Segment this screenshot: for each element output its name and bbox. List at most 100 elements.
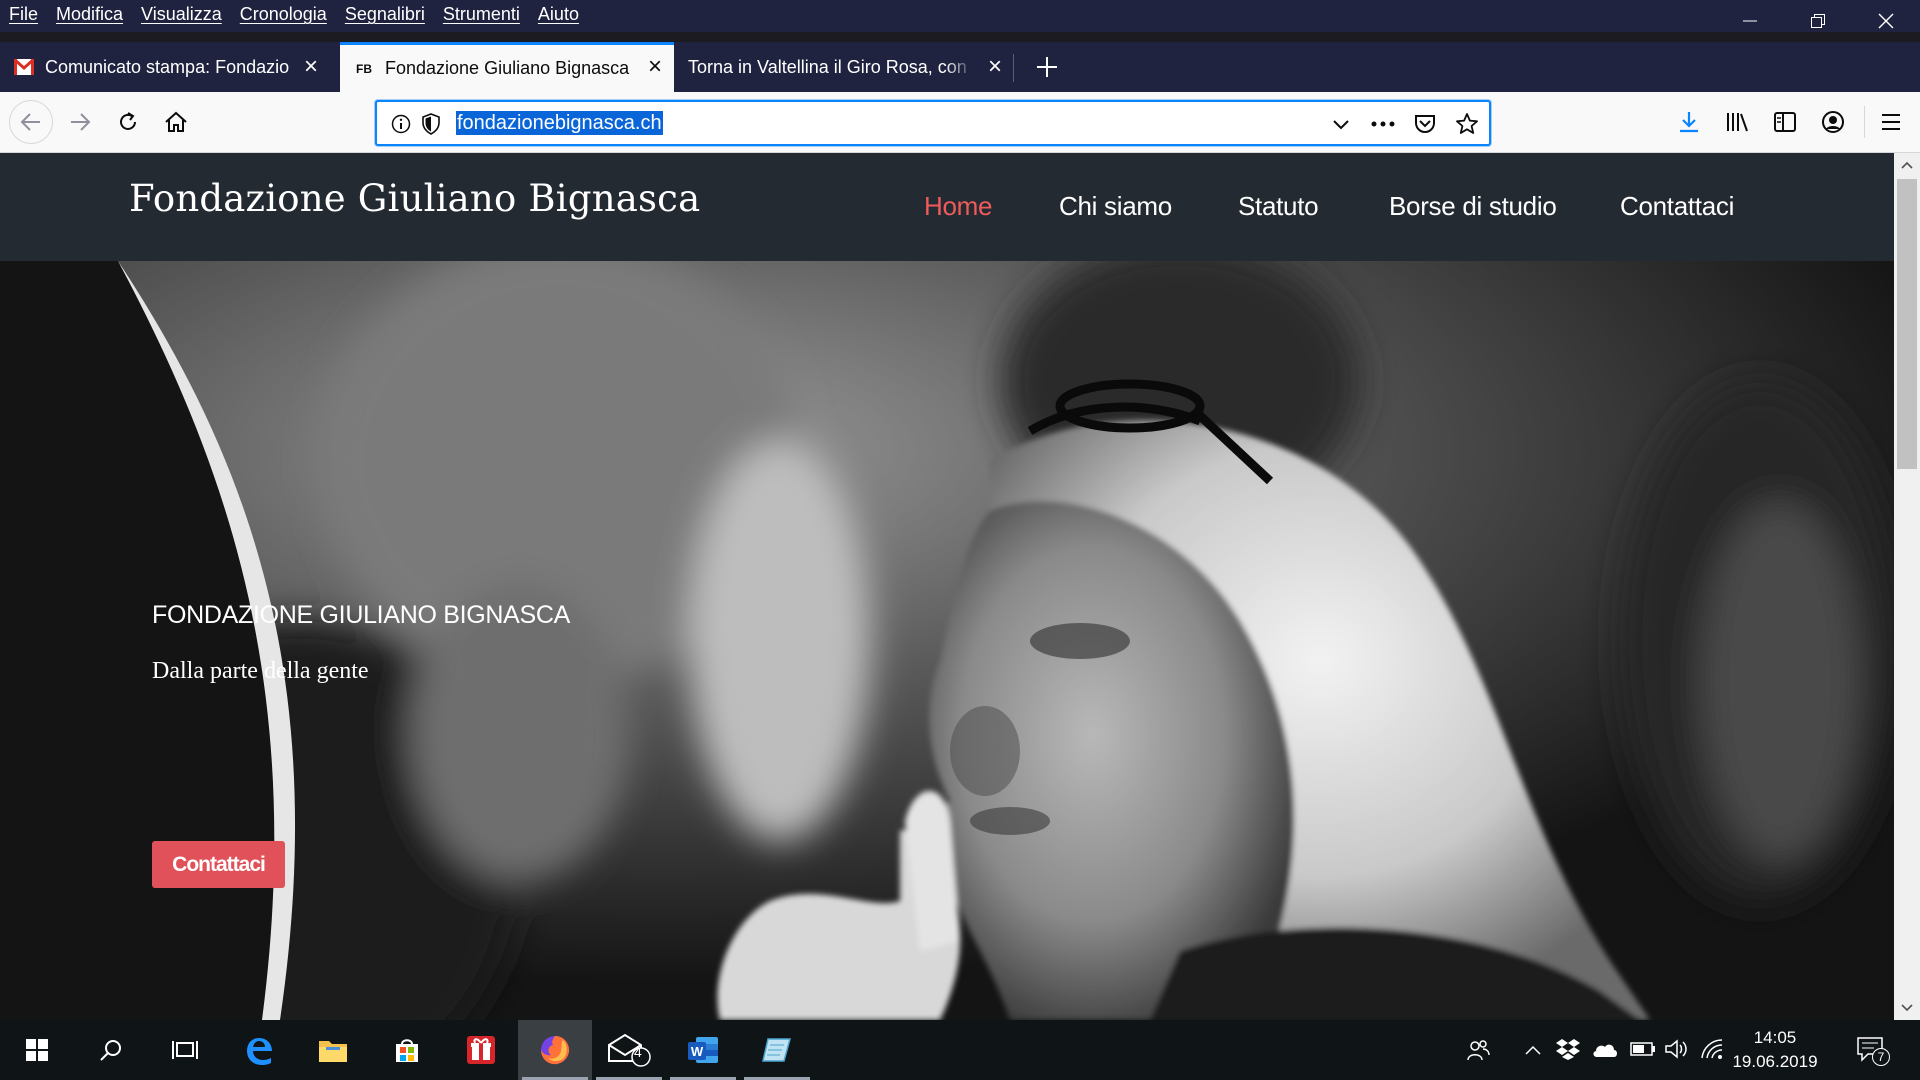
action-center-button[interactable]: 7 <box>1856 1036 1890 1067</box>
svg-text:W: W <box>691 1044 704 1059</box>
nav-statuto[interactable]: Statuto <box>1238 191 1319 222</box>
store-icon <box>396 1039 418 1062</box>
mail-icon <box>608 1033 651 1067</box>
scroll-down-icon[interactable] <box>1894 996 1920 1020</box>
dropbox-icon[interactable] <box>1556 1038 1580 1065</box>
mail-badge: 4 <box>634 1044 642 1060</box>
volume-icon[interactable] <box>1664 1038 1688 1065</box>
tab-giro-rosa[interactable]: Torna in Valtellina il Giro Rosa, con × <box>674 42 1014 92</box>
fb-favicon: FB <box>356 61 372 76</box>
store-button[interactable] <box>370 1020 444 1080</box>
nav-chi-siamo[interactable]: Chi siamo <box>1059 191 1172 222</box>
download-icon <box>1680 112 1698 133</box>
clock-date: 19.06.2019 <box>1732 1052 1818 1071</box>
menu-cronologia[interactable]: Cronologia <box>240 4 327 25</box>
close-window-button[interactable] <box>1852 0 1920 42</box>
battery-icon[interactable] <box>1630 1041 1656 1062</box>
tab-close-icon[interactable]: × <box>304 55 318 79</box>
scroll-up-icon[interactable] <box>1894 153 1920 177</box>
edge-button[interactable] <box>222 1020 296 1080</box>
menu-modifica[interactable]: Modifica <box>56 4 123 25</box>
library-button[interactable] <box>1716 101 1758 143</box>
page-actions-icon[interactable] <box>1371 112 1395 136</box>
new-tab-button[interactable] <box>1022 42 1072 92</box>
contattaci-button[interactable]: Contattaci <box>152 841 285 888</box>
people-icon[interactable] <box>1466 1038 1490 1067</box>
sidebar-button[interactable] <box>1764 101 1806 143</box>
site-title[interactable]: Fondazione Giuliano Bignasca <box>129 177 700 220</box>
edge-icon <box>247 1038 272 1065</box>
account-button[interactable] <box>1812 101 1854 143</box>
notification-count: 7 <box>1872 1048 1890 1066</box>
search-icon <box>100 1040 121 1061</box>
tab-title: Fondazione Giuliano Bignasca <box>385 58 630 78</box>
menu-strumenti[interactable]: Strumenti <box>443 4 520 25</box>
minimize-icon <box>1743 20 1757 22</box>
menu-bar: File Modifica Visualizza Cronologia Segn… <box>0 0 1920 32</box>
restore-button[interactable] <box>1784 0 1852 42</box>
word-icon: W <box>688 1037 718 1063</box>
scrollbar-thumb[interactable] <box>1897 179 1917 469</box>
firefox-icon <box>541 1036 570 1065</box>
nav-borse-di-studio[interactable]: Borse di studio <box>1389 191 1557 222</box>
tracking-shield-icon[interactable] <box>419 112 443 136</box>
file-explorer-button[interactable] <box>296 1020 370 1080</box>
firefox-taskbar-button[interactable] <box>518 1020 592 1080</box>
task-view-button[interactable] <box>148 1020 222 1080</box>
hero-photo <box>0 261 1894 1020</box>
word-button[interactable]: W <box>666 1020 740 1080</box>
minimize-button[interactable] <box>1716 0 1784 42</box>
wifi-icon[interactable] <box>1700 1038 1724 1065</box>
tab-separator <box>1013 54 1014 82</box>
nav-home[interactable]: Home <box>924 191 992 222</box>
tab-comunicato[interactable]: Comunicato stampa: Fondazion × <box>0 42 330 92</box>
nav-contattaci[interactable]: Contattaci <box>1620 191 1734 222</box>
notepad-app-button[interactable] <box>740 1020 814 1080</box>
bookmark-star-icon[interactable] <box>1455 112 1479 136</box>
windows-logo-icon <box>26 1039 48 1061</box>
notepad-icon <box>762 1038 791 1062</box>
menu-visualizza[interactable]: Visualizza <box>141 4 222 25</box>
forward-button[interactable] <box>59 101 101 143</box>
account-icon <box>1822 111 1844 133</box>
library-icon <box>1727 113 1748 132</box>
info-icon[interactable] <box>389 112 413 136</box>
onedrive-icon[interactable] <box>1592 1042 1618 1063</box>
gift-app-button[interactable] <box>444 1020 518 1080</box>
site-header: Fondazione Giuliano Bignasca Home Chi si… <box>0 153 1894 261</box>
tab-title: Torna in Valtellina il Giro Rosa, con <box>688 56 967 77</box>
back-button[interactable] <box>9 100 53 144</box>
show-hidden-icons-icon[interactable] <box>1524 1040 1542 1061</box>
menu-aiuto[interactable]: Aiuto <box>538 4 579 25</box>
tab-close-icon[interactable]: × <box>648 55 662 79</box>
menu-file[interactable]: File <box>9 4 38 25</box>
navigation-toolbar: fondazionebignasca.ch <box>0 92 1920 153</box>
reload-button[interactable] <box>107 101 149 143</box>
system-clock[interactable]: 14:05 19.06.2019 <box>1730 1026 1820 1074</box>
url-bar[interactable]: fondazionebignasca.ch <box>375 100 1491 146</box>
hero-title: FONDAZIONE GIULIANO BIGNASCA <box>152 601 571 629</box>
home-icon <box>165 111 187 132</box>
sidebar-icon <box>1774 112 1796 132</box>
tab-fondazione[interactable]: FB Fondazione Giuliano Bignasca × <box>340 42 674 92</box>
url-text[interactable]: fondazionebignasca.ch <box>456 111 663 135</box>
start-button[interactable] <box>0 1020 74 1080</box>
chevron-down-icon[interactable] <box>1329 112 1353 136</box>
home-button[interactable] <box>155 101 197 143</box>
tab-close-icon[interactable]: × <box>988 55 1002 79</box>
reload-icon <box>120 112 136 130</box>
downloads-button[interactable] <box>1668 101 1710 143</box>
menu-button[interactable] <box>1870 101 1912 143</box>
folder-icon <box>319 1041 347 1062</box>
toolbar-separator <box>1864 106 1865 138</box>
hamburger-icon <box>1882 114 1900 130</box>
clock-time: 14:05 <box>1753 1028 1797 1047</box>
hero-subtitle: Dalla parte della gente <box>152 658 369 684</box>
page-scrollbar[interactable] <box>1894 153 1920 1020</box>
menu-segnalibri[interactable]: Segnalibri <box>345 4 425 25</box>
pocket-icon[interactable] <box>1413 112 1437 136</box>
hero-banner: FONDAZIONE GIULIANO BIGNASCA Dalla parte… <box>0 261 1894 1020</box>
search-button[interactable] <box>74 1020 148 1080</box>
windows-taskbar: 4 W 14:05 19.06.2019 7 <box>0 1020 1920 1080</box>
mail-button[interactable]: 4 <box>592 1020 666 1080</box>
